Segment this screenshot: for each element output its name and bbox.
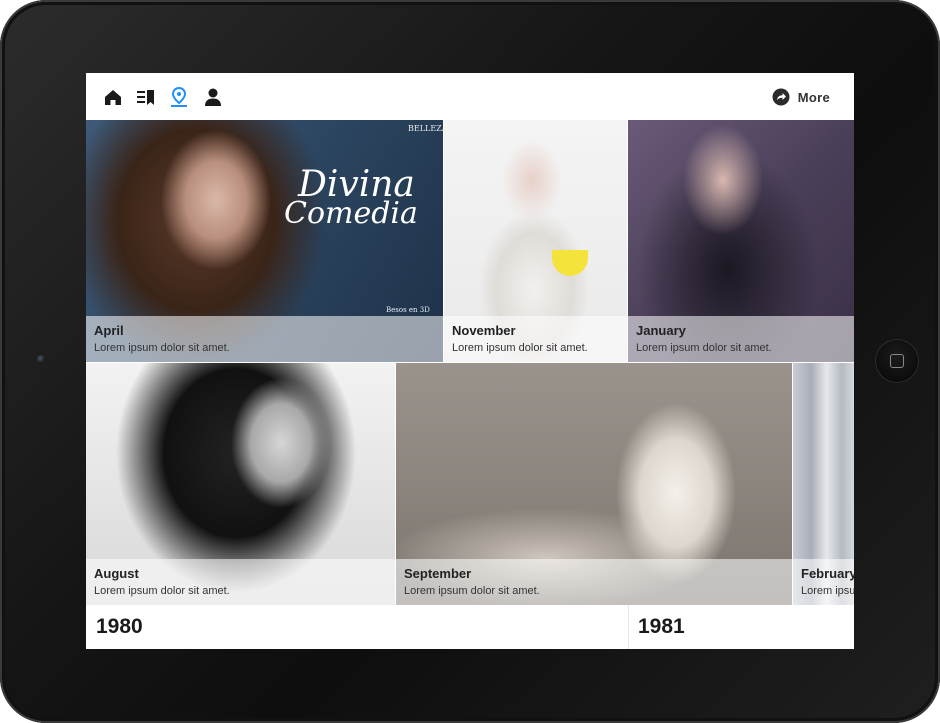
tile-month: April (94, 323, 124, 338)
app-screen: More BELLEZA Divina Comedia Besos en 3D … (86, 73, 854, 649)
tile-caption-bar: February Lorem ipsum dolor sit amet. (793, 559, 854, 605)
tile-description: Lorem ipsum dolor sit amet. (94, 342, 230, 354)
home-icon[interactable] (102, 86, 124, 108)
profile-icon[interactable] (202, 86, 224, 108)
tile-month: November (452, 323, 516, 338)
more-button[interactable]: More (772, 86, 830, 108)
year-label[interactable]: 1981 (638, 615, 685, 639)
tile-description: Lorem ipsum dolor sit amet. (94, 585, 230, 597)
tile-february[interactable]: February Lorem ipsum dolor sit amet. (793, 363, 854, 605)
year-divider (628, 605, 629, 649)
magazine-title-line2: Comedia (284, 196, 418, 231)
tile-august[interactable]: August Lorem ipsum dolor sit amet. (86, 363, 395, 605)
tile-caption-bar: January Lorem ipsum dolor sit amet. (628, 316, 854, 362)
tile-month: September (404, 566, 472, 581)
share-arrow-icon (772, 88, 790, 106)
tile-description: Lorem ipsum dolor sit amet. (452, 342, 588, 354)
tile-description: Lorem ipsum dolor sit amet. (404, 585, 540, 597)
year-timeline-bar: 1980 1981 (86, 605, 854, 649)
reading-list-icon[interactable] (135, 86, 157, 108)
location-pin-icon[interactable] (168, 86, 190, 108)
tile-caption-bar: April Lorem ipsum dolor sit amet. (86, 316, 443, 362)
tile-april[interactable]: BELLEZA Divina Comedia Besos en 3D April… (86, 120, 443, 362)
more-label: More (797, 89, 830, 105)
camera-icon (37, 355, 45, 363)
tile-month: August (94, 566, 139, 581)
tile-caption-bar: September Lorem ipsum dolor sit amet. (396, 559, 792, 605)
tile-description: Lorem ipsum dolor sit amet. (636, 342, 772, 354)
tile-september[interactable]: September Lorem ipsum dolor sit amet. (396, 363, 792, 605)
home-square-icon (890, 354, 904, 368)
tile-january[interactable]: January Lorem ipsum dolor sit amet. (628, 120, 854, 362)
tile-decor (552, 250, 588, 276)
tile-month: February (801, 566, 854, 581)
tile-description: Lorem ipsum dolor sit amet. (801, 585, 854, 597)
home-button[interactable] (875, 339, 919, 383)
tile-month: January (636, 323, 686, 338)
magazine-section-label: BELLEZA (408, 124, 443, 133)
tablet-frame: More BELLEZA Divina Comedia Besos en 3D … (0, 0, 940, 723)
magazine-caption: Besos en 3D (386, 306, 430, 314)
tile-caption-bar: August Lorem ipsum dolor sit amet. (86, 559, 395, 605)
year-label[interactable]: 1980 (96, 615, 143, 639)
top-nav-bar: More (86, 73, 854, 120)
tile-caption-bar: November Lorem ipsum dolor sit amet. (444, 316, 627, 362)
tile-november[interactable]: November Lorem ipsum dolor sit amet. (444, 120, 627, 362)
